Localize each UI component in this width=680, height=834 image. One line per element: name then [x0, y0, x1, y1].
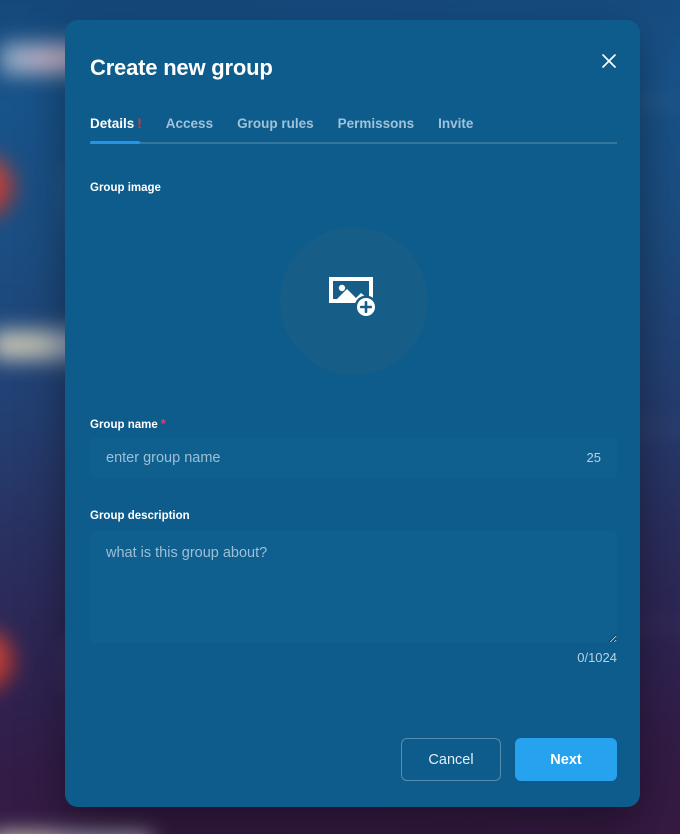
group-name-required-marker: * — [160, 416, 166, 431]
next-button[interactable]: Next — [515, 738, 617, 781]
page-title: Create new group — [90, 55, 273, 80]
tab-group-rules[interactable]: Group rules — [237, 115, 314, 132]
close-icon — [601, 53, 617, 69]
group-description-label: Group description — [90, 510, 190, 522]
tab-track — [90, 142, 617, 144]
tab-access[interactable]: Access — [166, 115, 213, 132]
group-description-textarea[interactable] — [90, 531, 617, 643]
create-new-group-dialog: Create new group Details! Access Group r… — [65, 20, 640, 807]
group-image-label: Group image — [90, 182, 161, 194]
close-button[interactable] — [594, 46, 624, 76]
group-name-label: Group name * — [90, 416, 166, 431]
tab-details[interactable]: Details! — [90, 115, 142, 132]
tab-permissons[interactable]: Permissons — [338, 115, 415, 132]
add-image-icon — [328, 275, 380, 328]
dialog-footer: Cancel Next — [401, 738, 617, 781]
tab-details-label: Details — [90, 116, 135, 131]
group-name-input[interactable] — [90, 438, 617, 478]
cancel-button[interactable]: Cancel — [401, 738, 501, 781]
tab-active-indicator — [90, 141, 140, 144]
group-image-area — [90, 205, 617, 397]
group-description-char-counter: 0/1024 — [577, 650, 617, 665]
group-name-char-counter: 25 — [586, 450, 601, 465]
group-image-upload-button[interactable] — [279, 227, 428, 375]
tab-details-required-marker: ! — [137, 116, 142, 131]
group-name-label-text: Group name — [90, 419, 158, 431]
tab-invite[interactable]: Invite — [438, 115, 473, 132]
tab-bar: Details! Access Group rules Permissons I… — [90, 115, 617, 153]
